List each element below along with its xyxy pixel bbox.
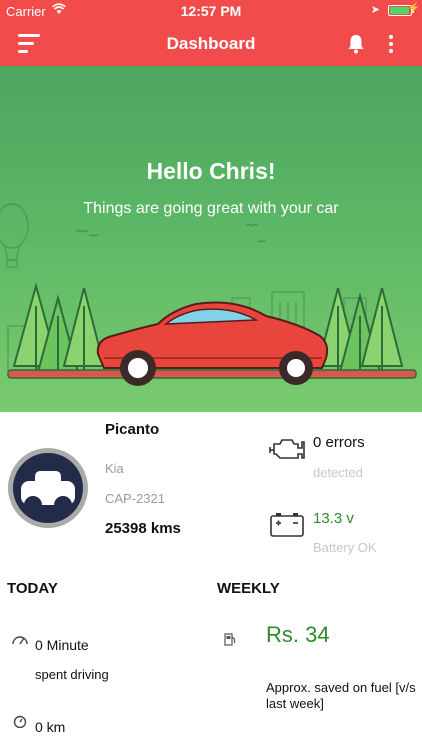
charging-icon: ⚡	[407, 3, 420, 14]
weekly-heading: WEEKLY	[217, 580, 280, 597]
today-heading: TODAY	[7, 580, 58, 597]
fuel-pump-icon	[224, 632, 236, 646]
car-name: Picanto	[105, 421, 160, 438]
speedometer-icon	[11, 632, 29, 646]
greeting-message: Things are going great with your car	[83, 200, 339, 217]
distance-value: 0 km	[35, 719, 66, 735]
car-plate: CAP-2321	[105, 491, 165, 506]
driving-time-label: spent driving	[35, 667, 109, 682]
car-make: Kia	[105, 461, 124, 476]
greeting-heading: Hello Chris!	[146, 158, 276, 184]
trees-left-icon	[12, 282, 106, 374]
location-arrow-icon: ➤	[370, 4, 380, 16]
status-bar: Carrier 12:57 PM ➤ ⚡	[0, 0, 422, 22]
battery-status: Battery OK	[313, 540, 377, 555]
fuel-saved-value: Rs. 34	[266, 622, 330, 647]
errors-value: 0 errors	[313, 434, 365, 451]
hot-air-balloon-icon	[0, 203, 29, 268]
car-placeholder-icon	[13, 453, 83, 523]
more-vertical-icon[interactable]	[384, 32, 398, 56]
road-icon	[7, 369, 417, 379]
driving-time-value: 0 Minute	[35, 637, 89, 653]
nav-bar: Dashboard	[0, 22, 422, 66]
bell-icon[interactable]	[346, 33, 366, 55]
engine-icon	[268, 434, 306, 462]
distance-gauge-icon	[11, 714, 29, 729]
hero-banner: Hello Chris! Things are going great with…	[0, 66, 422, 412]
hero-illustration	[0, 203, 417, 386]
trees-right-icon	[316, 287, 404, 374]
battery-value: 13.3 v	[313, 510, 354, 527]
car-battery-icon	[268, 510, 306, 538]
car-odometer: 25398 kms	[105, 520, 181, 537]
car-avatar[interactable]	[8, 448, 88, 528]
clock: 12:57 PM	[180, 3, 242, 19]
fuel-saved-label: Approx. saved on fuel [v/s last week]	[266, 680, 416, 711]
errors-label: detected	[313, 465, 363, 480]
birds-icon	[75, 223, 267, 243]
